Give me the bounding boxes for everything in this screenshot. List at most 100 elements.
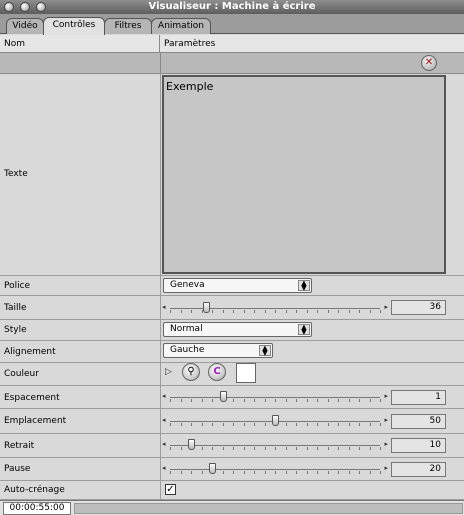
- size-value-field[interactable]: 36: [391, 300, 446, 315]
- slider-tick: [275, 399, 276, 402]
- timecode-field[interactable]: 00:00:55:00: [3, 502, 71, 515]
- slider-tick: [380, 310, 381, 313]
- slider-left-arrow-icon[interactable]: ◂: [162, 464, 166, 472]
- slider-tick: [338, 471, 339, 474]
- disclosure-triangle-icon[interactable]: ▷: [165, 367, 172, 377]
- font-popup[interactable]: Geneva ▲ ▼: [163, 278, 312, 293]
- color-wheel-icon[interactable]: C: [208, 363, 226, 381]
- indent-slider[interactable]: ◂ ▸: [162, 438, 388, 453]
- param-label-espacement: Espacement: [4, 393, 60, 403]
- slider-tick: [285, 310, 287, 313]
- slider-thumb[interactable]: [188, 439, 195, 450]
- slider-right-arrow-icon[interactable]: ▸: [384, 416, 388, 424]
- slider-tick: [380, 423, 381, 426]
- slider-right-arrow-icon[interactable]: ▸: [384, 303, 388, 311]
- slider-tick: [380, 447, 381, 450]
- window-title: Visualiseur : Machine à écrire: [148, 1, 316, 12]
- tab-controles[interactable]: Contrôles: [43, 17, 105, 35]
- pause-value-field[interactable]: 20: [391, 462, 446, 477]
- slider-tick: [254, 447, 255, 450]
- slider-right-arrow-icon[interactable]: ▸: [384, 464, 388, 472]
- slider-tick: [212, 423, 213, 426]
- slider-thumb[interactable]: [202, 302, 210, 313]
- slider-tick: [201, 399, 203, 402]
- slider-tick: [369, 423, 371, 426]
- slider-tick: [296, 423, 297, 426]
- param-label-pause: Pause: [4, 464, 31, 474]
- text-input[interactable]: Exemple: [162, 75, 446, 274]
- tab-video[interactable]: Vidéo: [6, 18, 44, 34]
- slider-thumb[interactable]: [272, 415, 279, 426]
- param-row-auto-crenage: Auto-crénage: [0, 481, 464, 500]
- slider-tick: [201, 447, 203, 450]
- slider-tick: [180, 423, 182, 426]
- location-slider[interactable]: ◂ ▸: [162, 414, 388, 429]
- slider-tick: [254, 399, 255, 402]
- param-label-alignement: Alignement: [4, 347, 56, 357]
- slider-left-arrow-icon[interactable]: ◂: [162, 392, 166, 400]
- slider-tick: [317, 423, 318, 426]
- slider-left-arrow-icon[interactable]: ◂: [162, 416, 166, 424]
- slider-right-arrow-icon[interactable]: ▸: [384, 392, 388, 400]
- slider-tick: [296, 447, 297, 450]
- window-close-button[interactable]: [4, 2, 14, 12]
- slider-tick: [201, 423, 203, 426]
- param-row-couleur: Couleur: [0, 363, 464, 386]
- slider-tick: [306, 399, 308, 402]
- indent-value-field[interactable]: 10: [391, 438, 446, 453]
- slider-tick: [359, 399, 360, 402]
- slider-tick: [264, 471, 266, 474]
- pause-slider[interactable]: ◂ ▸: [162, 462, 388, 477]
- slider-tick: [285, 423, 287, 426]
- slider-tick: [233, 399, 234, 402]
- tab-filtres[interactable]: Filtres: [104, 18, 152, 34]
- param-label-auto-crenage: Auto-crénage: [4, 485, 65, 495]
- slider-left-arrow-icon[interactable]: ◂: [162, 303, 166, 311]
- slider-tick: [348, 447, 350, 450]
- slider-tick: [180, 447, 182, 450]
- slider-tick: [233, 471, 234, 474]
- slider-tick: [180, 471, 182, 474]
- slider-tick: [243, 447, 245, 450]
- window-zoom-button[interactable]: [36, 2, 46, 12]
- alignment-popup[interactable]: Gauche ▲ ▼: [163, 343, 273, 358]
- slider-thumb[interactable]: [209, 463, 216, 474]
- slider-tick: [275, 447, 276, 450]
- slider-tick: [296, 310, 297, 313]
- column-header-name[interactable]: Nom: [0, 35, 160, 53]
- slider-tick: [285, 471, 287, 474]
- column-header-params[interactable]: Paramètres: [160, 35, 464, 53]
- slider-tick: [180, 310, 182, 313]
- spacing-slider[interactable]: ◂ ▸: [162, 390, 388, 405]
- slider-tick: [348, 423, 350, 426]
- style-popup[interactable]: Normal ▲ ▼: [163, 322, 312, 337]
- param-label-taille: Taille: [4, 303, 27, 313]
- slider-tick: [359, 310, 360, 313]
- slider-tick: [317, 447, 318, 450]
- slider-tick: [327, 423, 329, 426]
- timeline-scrubber[interactable]: [74, 503, 463, 514]
- size-slider[interactable]: ◂ ▸: [162, 301, 388, 316]
- slider-tick: [296, 399, 297, 402]
- slider-tick: [327, 310, 329, 313]
- slider-tick: [369, 471, 371, 474]
- tab-animation[interactable]: Animation: [151, 18, 211, 34]
- slider-tick: [306, 471, 308, 474]
- slider-thumb[interactable]: [219, 391, 227, 402]
- slider-tick: [327, 399, 329, 402]
- spacing-value-field[interactable]: 1: [391, 390, 446, 405]
- window-minimize-button[interactable]: [20, 2, 30, 12]
- x-icon[interactable]: ✕: [421, 55, 437, 71]
- slider-tick: [359, 423, 360, 426]
- status-bar: 00:00:55:00: [0, 500, 464, 515]
- slider-tick: [222, 447, 224, 450]
- slider-right-arrow-icon[interactable]: ▸: [384, 440, 388, 448]
- auto-kerning-checkbox[interactable]: ✓: [165, 484, 176, 495]
- eyedropper-icon[interactable]: ⚲: [182, 363, 200, 381]
- slider-tick: [306, 423, 308, 426]
- location-value-field[interactable]: 50: [391, 414, 446, 429]
- color-swatch[interactable]: [236, 363, 256, 383]
- slider-tick: [359, 447, 360, 450]
- slider-left-arrow-icon[interactable]: ◂: [162, 440, 166, 448]
- style-popup-value: Normal: [170, 324, 203, 334]
